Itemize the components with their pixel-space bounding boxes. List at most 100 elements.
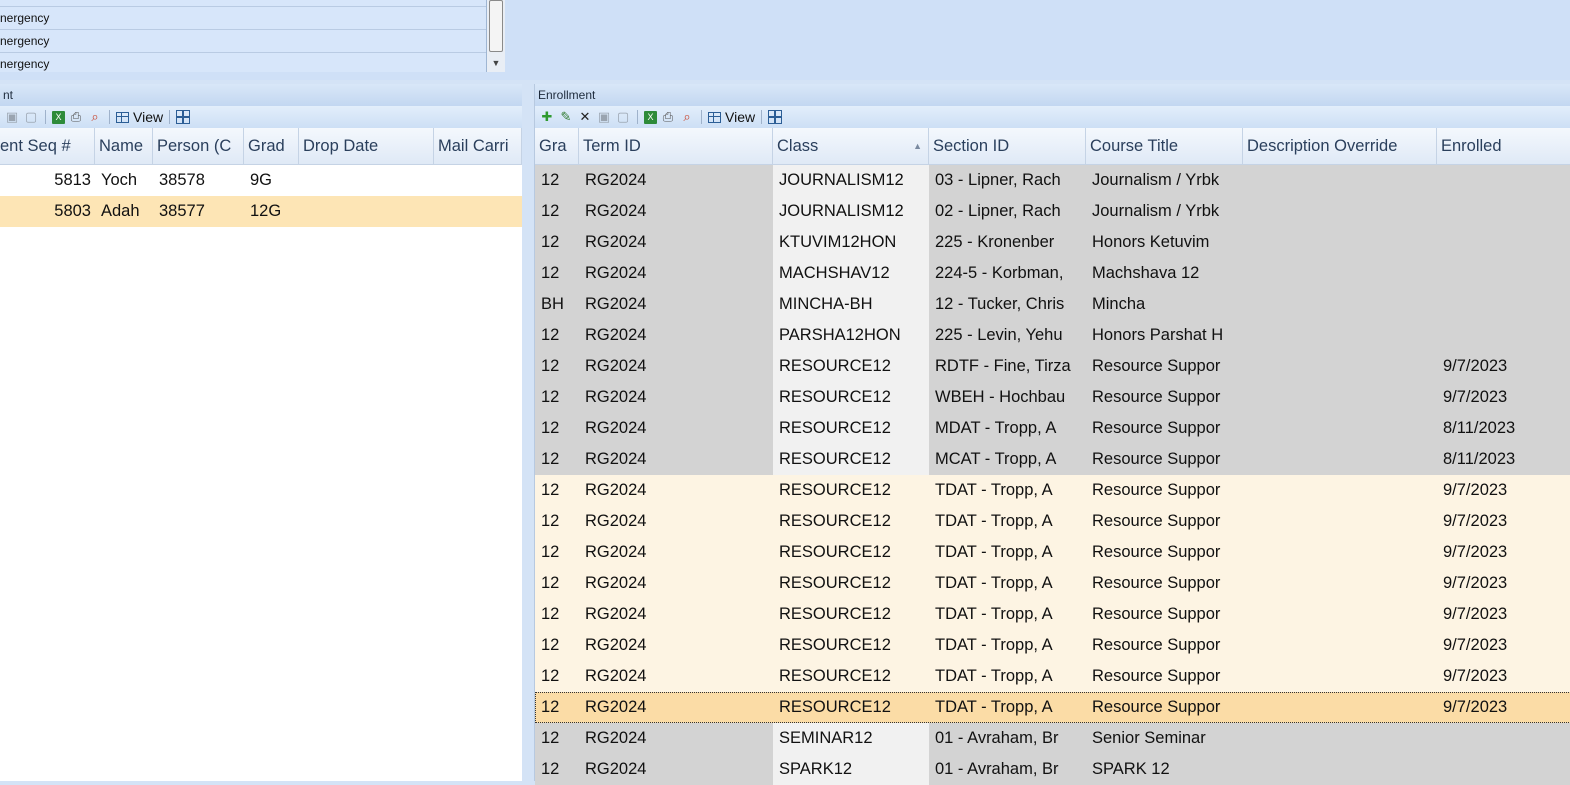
table-row[interactable]: BH RG2024 MINCHA-BH 12 - Tucker, Chris Minch… (535, 289, 1570, 320)
table-row[interactable]: 12 RG2024 JOURNALISM12 03 - Lipner, Rach Jou… (535, 165, 1570, 196)
cell-term[interactable]: RG2024 (579, 692, 773, 723)
cell-gra[interactable]: BH (535, 289, 579, 320)
edit-icon[interactable]: ✎ (558, 109, 574, 125)
cell-drop[interactable] (299, 196, 434, 227)
cell-class[interactable]: RESOURCE12 (773, 661, 929, 692)
top-list-scrollbar[interactable]: ▼ (487, 0, 505, 72)
cell-gra[interactable]: 12 (535, 444, 579, 475)
cell-class[interactable]: RESOURCE12 (773, 444, 929, 475)
cell-enrolled[interactable]: 9/7/2023 (1437, 630, 1570, 661)
cell-section[interactable]: TDAT - Tropp, A (929, 630, 1086, 661)
cell-section[interactable]: TDAT - Tropp, A (929, 475, 1086, 506)
cell-class[interactable]: RESOURCE12 (773, 506, 929, 537)
cell-course[interactable]: Resource Suppor (1086, 382, 1243, 413)
table-row[interactable]: 12 RG2024 RESOURCE12 TDAT - Tropp, A Resourc… (535, 692, 1570, 723)
cell-gra[interactable]: 12 (535, 320, 579, 351)
cell-course[interactable]: Resource Suppor (1086, 599, 1243, 630)
col-course-title[interactable]: Course Title (1086, 128, 1243, 164)
table-row[interactable]: 5813 Yoch 38578 9G (0, 165, 522, 196)
cell-course[interactable]: Resource Suppor (1086, 444, 1243, 475)
table-row[interactable]: 12 RG2024 RESOURCE12 MDAT - Tropp, A Resourc… (535, 413, 1570, 444)
col-enrolled[interactable]: Enrolled (1437, 128, 1570, 164)
cell-desc[interactable] (1243, 165, 1437, 196)
cell-gra[interactable]: 12 (535, 165, 579, 196)
cell-gra[interactable]: 12 (535, 692, 579, 723)
cell-class[interactable]: RESOURCE12 (773, 537, 929, 568)
cell-desc[interactable] (1243, 475, 1437, 506)
list-item[interactable]: nergency (0, 7, 486, 30)
cell-term[interactable]: RG2024 (579, 723, 773, 754)
cell-gra[interactable]: 12 (535, 196, 579, 227)
cell-course[interactable]: Honors Ketuvim (1086, 227, 1243, 258)
view-button[interactable]: View (116, 109, 163, 125)
cell-gra[interactable]: 12 (535, 661, 579, 692)
table-row[interactable]: 12 RG2024 RESOURCE12 TDAT - Tropp, A Resourc… (535, 568, 1570, 599)
cell-class[interactable]: RESOURCE12 (773, 351, 929, 382)
cell-gra[interactable]: 12 (535, 506, 579, 537)
table-row[interactable]: 12 RG2024 SEMINAR12 01 - Avraham, Br Senior … (535, 723, 1570, 754)
cell-enrolled[interactable]: 9/7/2023 (1437, 599, 1570, 630)
cell-enrolled[interactable]: 9/7/2023 (1437, 692, 1570, 723)
cell-course[interactable]: Resource Suppor (1086, 661, 1243, 692)
cell-enrolled[interactable] (1437, 320, 1570, 351)
cell-course[interactable]: SPARK 12 (1086, 754, 1243, 785)
col-description-override[interactable]: Description Override (1243, 128, 1437, 164)
cell-desc[interactable] (1243, 754, 1437, 785)
cell-desc[interactable] (1243, 196, 1437, 227)
table-row[interactable]: 12 RG2024 MACHSHAV12 224-5 - Korbman, Machsh… (535, 258, 1570, 289)
cell-mail[interactable] (434, 196, 522, 227)
cell-desc[interactable] (1243, 692, 1437, 723)
cell-desc[interactable] (1243, 661, 1437, 692)
cell-desc[interactable] (1243, 444, 1437, 475)
cell-term[interactable]: RG2024 (579, 568, 773, 599)
table-row[interactable]: 12 RG2024 RESOURCE12 TDAT - Tropp, A Resourc… (535, 599, 1570, 630)
cell-course[interactable]: Journalism / Yrbk (1086, 165, 1243, 196)
cell-course[interactable]: Resource Suppor (1086, 506, 1243, 537)
cell-drop[interactable] (299, 165, 434, 196)
cell-section[interactable]: TDAT - Tropp, A (929, 537, 1086, 568)
cell-desc[interactable] (1243, 413, 1437, 444)
cell-gra[interactable]: 12 (535, 227, 579, 258)
cell-gra[interactable]: 12 (535, 754, 579, 785)
cell-section[interactable]: TDAT - Tropp, A (929, 692, 1086, 723)
table-row[interactable]: 12 RG2024 RESOURCE12 TDAT - Tropp, A Resourc… (535, 661, 1570, 692)
cell-course[interactable]: Journalism / Yrbk (1086, 196, 1243, 227)
cell-grad[interactable]: 12G (244, 196, 299, 227)
cell-term[interactable]: RG2024 (579, 289, 773, 320)
cell-enrolled[interactable]: 9/7/2023 (1437, 382, 1570, 413)
cell-section[interactable]: MDAT - Tropp, A (929, 413, 1086, 444)
cell-term[interactable]: RG2024 (579, 351, 773, 382)
cell-class[interactable]: PARSHA12HON (773, 320, 929, 351)
cell-enrolled[interactable] (1437, 227, 1570, 258)
cell-enrolled[interactable]: 8/11/2023 (1437, 444, 1570, 475)
cell-enrolled[interactable] (1437, 165, 1570, 196)
copy-icon[interactable]: ▣ (596, 109, 612, 125)
table-row[interactable]: 12 RG2024 JOURNALISM12 02 - Lipner, Rach Jou… (535, 196, 1570, 227)
cell-term[interactable]: RG2024 (579, 258, 773, 289)
cell-gra[interactable]: 12 (535, 382, 579, 413)
cell-term[interactable]: RG2024 (579, 444, 773, 475)
table-row[interactable]: 12 RG2024 RESOURCE12 TDAT - Tropp, A Resourc… (535, 506, 1570, 537)
cell-desc[interactable] (1243, 382, 1437, 413)
cell-desc[interactable] (1243, 227, 1437, 258)
cell-class[interactable]: RESOURCE12 (773, 568, 929, 599)
cell-class[interactable]: SEMINAR12 (773, 723, 929, 754)
cell-term[interactable]: RG2024 (579, 165, 773, 196)
cell-class[interactable]: RESOURCE12 (773, 630, 929, 661)
panel-splitter[interactable] (522, 84, 534, 781)
cell-desc[interactable] (1243, 289, 1437, 320)
cell-gra[interactable]: 12 (535, 475, 579, 506)
cell-class[interactable]: JOURNALISM12 (773, 196, 929, 227)
cell-desc[interactable] (1243, 723, 1437, 754)
cell-class[interactable]: SPARK12 (773, 754, 929, 785)
cell-section[interactable]: 225 - Kronenber (929, 227, 1086, 258)
table-row[interactable]: 12 RG2024 PARSHA12HON 225 - Levin, Yehu Hono… (535, 320, 1570, 351)
list-item[interactable] (0, 0, 486, 7)
cell-gra[interactable]: 12 (535, 537, 579, 568)
cell-section[interactable]: TDAT - Tropp, A (929, 506, 1086, 537)
cell-section[interactable]: 225 - Levin, Yehu (929, 320, 1086, 351)
cell-enrolled[interactable] (1437, 258, 1570, 289)
col-section-id[interactable]: Section ID (929, 128, 1086, 164)
cell-enrolled[interactable]: 9/7/2023 (1437, 661, 1570, 692)
column-chooser-icon[interactable] (768, 110, 783, 124)
